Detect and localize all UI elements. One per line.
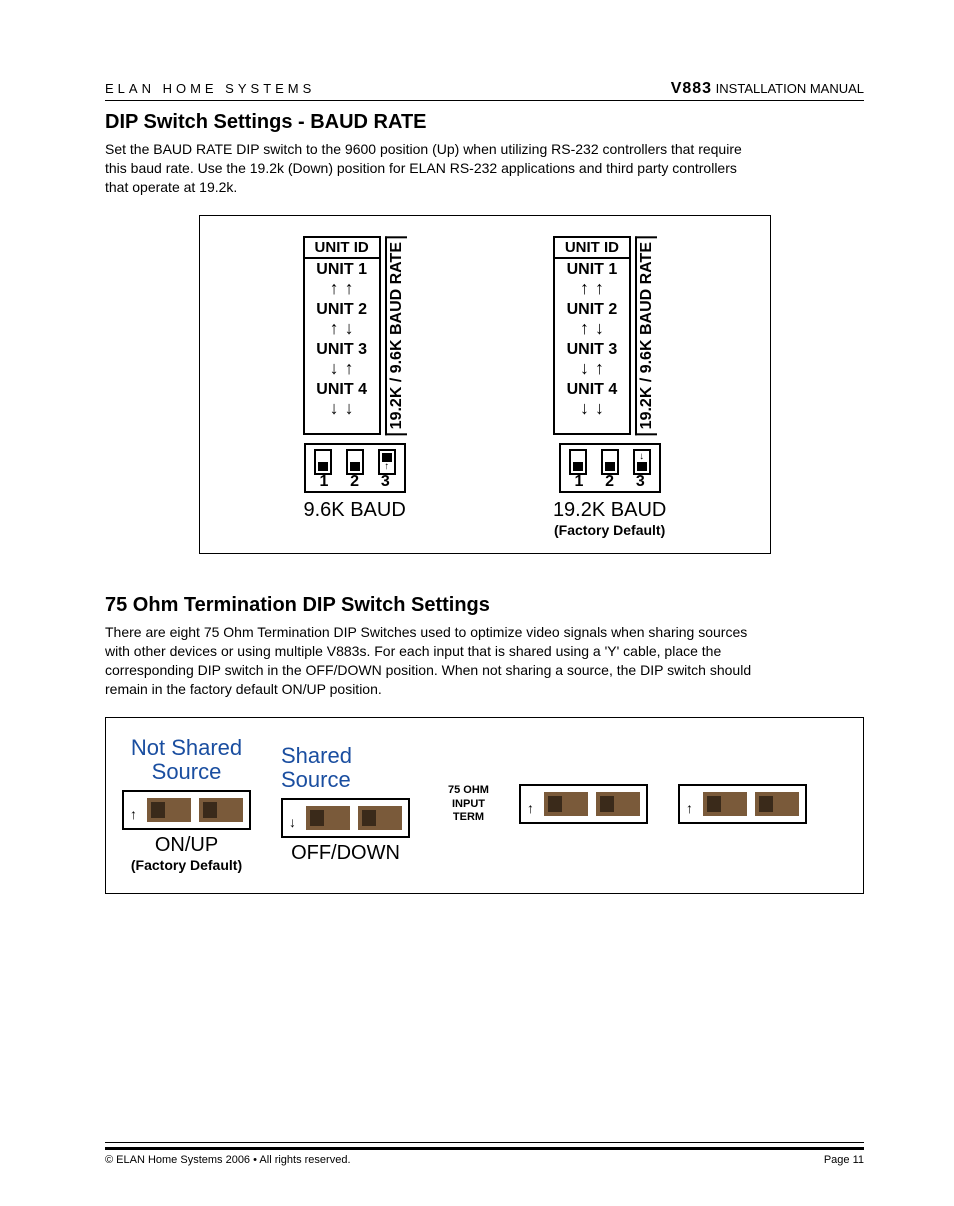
term-switch-extra-2: ↑ bbox=[678, 784, 807, 824]
dip-body-96k: UNIT ID UNIT 1↑↑ UNIT 2↑↓ UNIT 3↓↑ UNIT … bbox=[303, 236, 407, 435]
section-term-body: There are eight 75 Ohm Termination DIP S… bbox=[105, 623, 755, 699]
arrow-down-icon: ↓ bbox=[635, 452, 649, 462]
dip-body-192k: UNIT ID UNIT 1↑↑ UNIT 2↑↓ UNIT 3↓↑ UNIT … bbox=[553, 236, 666, 435]
arrow-up-icon: ↑ bbox=[595, 279, 604, 297]
unit-4: UNIT 4↓↓ bbox=[555, 379, 629, 419]
term-shared-title: Shared Source bbox=[281, 744, 410, 792]
arrow-down-icon: ↓ bbox=[330, 399, 339, 417]
header-left: ELAN HOME SYSTEMS bbox=[105, 81, 315, 96]
unit-id-stack: UNIT ID UNIT 1↑↑ UNIT 2↑↓ UNIT 3↓↑ UNIT … bbox=[553, 236, 631, 435]
dip-caption-192k: 19.2K BAUD bbox=[553, 499, 666, 522]
arrow-up-icon: ↑ bbox=[345, 359, 354, 377]
arrow-up-icon: ↑ bbox=[527, 800, 534, 816]
unit-id-head: UNIT ID bbox=[555, 238, 629, 259]
arrow-down-icon: ↓ bbox=[345, 399, 354, 417]
term-slot bbox=[544, 792, 588, 816]
section-baud-body: Set the BAUD RATE DIP switch to the 9600… bbox=[105, 140, 755, 197]
arrow-down-icon: ↓ bbox=[580, 399, 589, 417]
term-label-75ohm: 75 OHM INPUT TERM bbox=[448, 784, 489, 824]
term-slot bbox=[199, 798, 243, 822]
unit-id-head: UNIT ID bbox=[305, 238, 379, 259]
header-manual: INSTALLATION MANUAL bbox=[712, 81, 864, 96]
dip-diagram-frame: UNIT ID UNIT 1↑↑ UNIT 2↑↓ UNIT 3↓↑ UNIT … bbox=[199, 215, 771, 554]
dip-caption-default: (Factory Default) bbox=[553, 522, 666, 538]
term-slot bbox=[596, 792, 640, 816]
unit-1: UNIT 1↑↑ bbox=[305, 259, 379, 299]
page: ELAN HOME SYSTEMS V883 INSTALLATION MANU… bbox=[0, 0, 954, 1206]
arrow-up-icon: ↑ bbox=[580, 279, 589, 297]
page-header: ELAN HOME SYSTEMS V883 INSTALLATION MANU… bbox=[105, 80, 864, 101]
term-on-up: ON/UP bbox=[122, 834, 251, 857]
dip-col-192k: UNIT ID UNIT 1↑↑ UNIT 2↑↓ UNIT 3↓↑ UNIT … bbox=[553, 236, 666, 538]
term-slot bbox=[306, 806, 350, 830]
arrow-down-icon: ↓ bbox=[330, 359, 339, 377]
baud-rate-side-label: 19.2K / 9.6K BAUD RATE bbox=[635, 236, 657, 435]
arrow-down-icon: ↓ bbox=[345, 319, 354, 337]
term-not-shared-title: Not Shared Source bbox=[122, 736, 251, 784]
term-switch-extra-1: ↑ bbox=[519, 784, 648, 824]
arrow-down-icon: ↓ bbox=[289, 814, 296, 830]
arrow-up-icon: ↑ bbox=[686, 800, 693, 816]
footer-rule bbox=[105, 1142, 864, 1150]
header-right: V883 INSTALLATION MANUAL bbox=[671, 80, 864, 98]
dip-switch-box-192k: ↓ 1 2 3 bbox=[559, 443, 661, 493]
arrow-up-icon: ↑ bbox=[380, 462, 394, 472]
term-switch-off: ↓ bbox=[281, 798, 410, 838]
arrow-up-icon: ↑ bbox=[595, 359, 604, 377]
arrow-down-icon: ↓ bbox=[595, 399, 604, 417]
unit-1: UNIT 1↑↑ bbox=[555, 259, 629, 299]
term-factory: (Factory Default) bbox=[122, 857, 251, 873]
unit-2: UNIT 2↑↓ bbox=[305, 299, 379, 339]
term-slot bbox=[358, 806, 402, 830]
dip-slot-3: ↓ bbox=[633, 449, 651, 475]
dip-switch-box-96k: ↑ 1 2 3 bbox=[304, 443, 406, 493]
dip-slot-3: ↑ bbox=[378, 449, 396, 475]
arrow-up-icon: ↑ bbox=[345, 279, 354, 297]
arrow-down-icon: ↓ bbox=[580, 359, 589, 377]
arrow-up-icon: ↑ bbox=[130, 806, 137, 822]
term-slot bbox=[703, 792, 747, 816]
unit-3: UNIT 3↓↑ bbox=[305, 339, 379, 379]
arrow-up-icon: ↑ bbox=[330, 319, 339, 337]
unit-3: UNIT 3↓↑ bbox=[555, 339, 629, 379]
header-product: V883 bbox=[671, 80, 712, 97]
term-diagram-frame: Not Shared Source ↑ ON/UP (Factory Defau… bbox=[105, 717, 864, 894]
arrow-up-icon: ↑ bbox=[330, 279, 339, 297]
term-off-down: OFF/DOWN bbox=[281, 842, 410, 865]
dip-slot-2 bbox=[346, 449, 364, 475]
dip-slot-1 bbox=[314, 449, 332, 475]
term-switch-on: ↑ bbox=[122, 790, 251, 830]
section-term-title: 75 Ohm Termination DIP Switch Settings bbox=[105, 594, 864, 617]
dip-caption-96k: 9.6K BAUD bbox=[303, 499, 407, 522]
term-shared: Shared Source ↓ OFF/DOWN bbox=[281, 744, 410, 865]
unit-4: UNIT 4↓↓ bbox=[305, 379, 379, 419]
arrow-down-icon: ↓ bbox=[595, 319, 604, 337]
dip-numbers: 1 2 3 bbox=[564, 473, 656, 491]
section-baud-title: DIP Switch Settings - BAUD RATE bbox=[105, 111, 864, 134]
page-footer: © ELAN Home Systems 2006 • All rights re… bbox=[105, 1142, 864, 1166]
unit-2: UNIT 2↑↓ bbox=[555, 299, 629, 339]
footer-copyright: © ELAN Home Systems 2006 • All rights re… bbox=[105, 1154, 351, 1166]
footer-page-number: Page 11 bbox=[824, 1154, 864, 1166]
dip-slot-2 bbox=[601, 449, 619, 475]
term-slot bbox=[147, 798, 191, 822]
dip-numbers: 1 2 3 bbox=[309, 473, 401, 491]
term-slot bbox=[755, 792, 799, 816]
arrow-up-icon: ↑ bbox=[580, 319, 589, 337]
term-not-shared: Not Shared Source ↑ ON/UP (Factory Defau… bbox=[122, 736, 251, 873]
dip-slot-1 bbox=[569, 449, 587, 475]
unit-id-stack: UNIT ID UNIT 1↑↑ UNIT 2↑↓ UNIT 3↓↑ UNIT … bbox=[303, 236, 381, 435]
dip-col-96k: UNIT ID UNIT 1↑↑ UNIT 2↑↓ UNIT 3↓↑ UNIT … bbox=[303, 236, 407, 538]
baud-rate-side-label: 19.2K / 9.6K BAUD RATE bbox=[385, 236, 407, 435]
